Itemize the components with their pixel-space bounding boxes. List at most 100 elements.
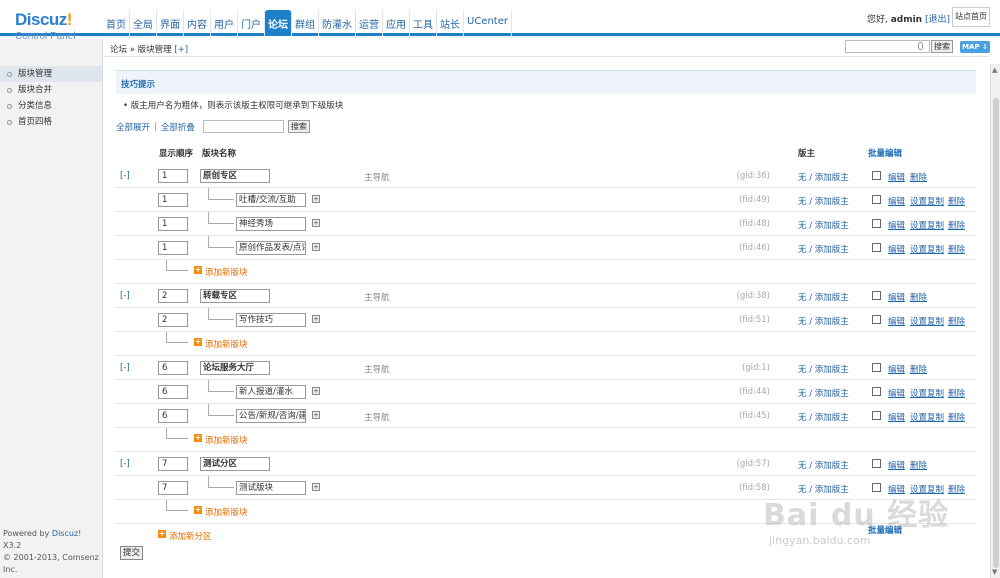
batch-checkbox[interactable] <box>872 291 881 300</box>
forum-name-input[interactable]: 原创作品发表/点评 <box>236 241 306 255</box>
add-icon[interactable]: + <box>158 530 166 538</box>
add-subforum-icon[interactable]: + <box>312 483 320 491</box>
sidebar-item-forum-manage[interactable]: 版块管理 <box>0 66 102 82</box>
nav-tab[interactable]: 首页 <box>103 10 130 36</box>
moderator-link[interactable]: 无 / 添加版主 <box>798 363 849 375</box>
order-input[interactable]: 1 <box>158 217 188 231</box>
batch-checkbox[interactable] <box>872 171 881 180</box>
add-category-link[interactable]: 添加新分区 <box>169 530 212 542</box>
moderator-link[interactable]: 无 / 添加版主 <box>798 291 849 303</box>
collapse-toggle[interactable]: [-] <box>120 459 130 469</box>
add-subforum-icon[interactable]: + <box>312 243 320 251</box>
delete-link[interactable]: 删除 <box>910 291 927 303</box>
moderator-link[interactable]: 无 / 添加版主 <box>798 459 849 471</box>
delete-link[interactable]: 删除 <box>910 459 927 471</box>
edit-link[interactable]: 编辑 <box>888 291 905 303</box>
copy-settings-link[interactable]: 设置复制 <box>910 387 944 399</box>
nav-tab[interactable]: UCenter <box>464 10 512 36</box>
nav-tab[interactable]: 论坛 <box>265 10 292 36</box>
delete-link[interactable]: 删除 <box>948 219 965 231</box>
batch-checkbox[interactable] <box>872 243 881 252</box>
nav-tab[interactable]: 工具 <box>410 10 437 36</box>
nav-tab[interactable]: 站长 <box>437 10 464 36</box>
order-input[interactable]: 1 <box>158 169 188 183</box>
moderator-link[interactable]: 无 / 添加版主 <box>798 195 849 207</box>
add-icon[interactable]: + <box>194 338 202 346</box>
forum-name-input[interactable]: 神经秀场 <box>236 217 306 231</box>
order-input[interactable]: 7 <box>158 481 188 495</box>
nav-tab[interactable]: 运营 <box>356 10 383 36</box>
delete-link[interactable]: 删除 <box>948 195 965 207</box>
nav-tab[interactable]: 应用 <box>383 10 410 36</box>
order-input[interactable]: 6 <box>158 385 188 399</box>
sidebar-item-home-grid[interactable]: 首页四格 <box>0 114 102 130</box>
site-home-button[interactable]: 站点首页 <box>952 7 990 27</box>
edit-link[interactable]: 编辑 <box>888 363 905 375</box>
map-button[interactable]: MAP ⇩ <box>960 41 990 53</box>
scroll-thumb[interactable] <box>993 98 999 568</box>
forum-name-input[interactable]: 公告/新规/咨询/建 <box>236 409 306 423</box>
forum-name-input[interactable]: 新人报道/灌水 <box>236 385 306 399</box>
nav-tab[interactable]: 全局 <box>130 10 157 36</box>
edit-link[interactable]: 编辑 <box>888 243 905 255</box>
order-input[interactable]: 6 <box>158 361 188 375</box>
edit-link[interactable]: 编辑 <box>888 411 905 423</box>
edit-link[interactable]: 编辑 <box>888 387 905 399</box>
category-name-input[interactable]: 论坛服务大厅 <box>200 361 270 375</box>
edit-link[interactable]: 编辑 <box>888 219 905 231</box>
collapse-all-link[interactable]: 全部折叠 <box>161 121 195 133</box>
order-input[interactable]: 7 <box>158 457 188 471</box>
order-input[interactable]: 1 <box>158 241 188 255</box>
add-forum-link[interactable]: 添加新版块 <box>205 338 248 350</box>
copy-settings-link[interactable]: 设置复制 <box>910 411 944 423</box>
collapse-toggle[interactable]: [-] <box>120 171 130 181</box>
expand-all-link[interactable]: 全部展开 <box>116 121 150 133</box>
order-input[interactable]: 2 <box>158 313 188 327</box>
nav-tab[interactable]: 界面 <box>157 10 184 36</box>
batch-checkbox[interactable] <box>872 315 881 324</box>
top-search-button[interactable]: 搜索 <box>931 40 953 53</box>
nav-tab[interactable]: 内容 <box>184 10 211 36</box>
batch-checkbox[interactable] <box>872 459 881 468</box>
username[interactable]: admin <box>891 15 922 25</box>
moderator-link[interactable]: 无 / 添加版主 <box>798 387 849 399</box>
order-input[interactable]: 2 <box>158 289 188 303</box>
logo[interactable]: Discuz! Control Panel <box>15 10 105 42</box>
add-subforum-icon[interactable]: + <box>312 195 320 203</box>
batch-checkbox[interactable] <box>872 195 881 204</box>
copy-settings-link[interactable]: 设置复制 <box>910 315 944 327</box>
scrollbar[interactable]: ▲ ▼ <box>990 64 1000 578</box>
batch-checkbox[interactable] <box>872 219 881 228</box>
batch-checkbox[interactable] <box>872 363 881 372</box>
batch-checkbox[interactable] <box>872 387 881 396</box>
add-subforum-icon[interactable]: + <box>312 387 320 395</box>
delete-link[interactable]: 删除 <box>910 363 927 375</box>
add-forum-link[interactable]: 添加新版块 <box>205 266 248 278</box>
add-icon[interactable]: + <box>194 266 202 274</box>
moderator-link[interactable]: 无 / 添加版主 <box>798 243 849 255</box>
delete-link[interactable]: 删除 <box>948 483 965 495</box>
delete-link[interactable]: 删除 <box>910 171 927 183</box>
logout-link[interactable]: [退出] <box>925 15 950 25</box>
moderator-link[interactable]: 无 / 添加版主 <box>798 219 849 231</box>
header-batch-edit[interactable]: 批量编辑 <box>868 147 902 159</box>
category-name-input[interactable]: 测试分区 <box>200 457 270 471</box>
add-forum-link[interactable]: 添加新版块 <box>205 506 248 518</box>
collapse-toggle[interactable]: [-] <box>120 291 130 301</box>
moderator-link[interactable]: 无 / 添加版主 <box>798 171 849 183</box>
scroll-up-icon[interactable]: ▲ <box>992 66 997 74</box>
category-name-input[interactable]: 转载专区 <box>200 289 270 303</box>
add-icon[interactable]: + <box>194 434 202 442</box>
order-input[interactable]: 6 <box>158 409 188 423</box>
discuz-link[interactable]: Discuz! <box>52 529 81 538</box>
nav-tab[interactable]: 用户 <box>211 10 238 36</box>
batch-checkbox[interactable] <box>872 411 881 420</box>
edit-link[interactable]: 编辑 <box>888 171 905 183</box>
category-name-input[interactable]: 原创专区 <box>200 169 270 183</box>
delete-link[interactable]: 删除 <box>948 243 965 255</box>
forum-filter-button[interactable]: 搜索 <box>287 120 310 133</box>
forum-name-input[interactable]: 测试版块 <box>236 481 306 495</box>
copy-settings-link[interactable]: 设置复制 <box>910 195 944 207</box>
mic-icon[interactable] <box>918 42 923 50</box>
moderator-link[interactable]: 无 / 添加版主 <box>798 315 849 327</box>
